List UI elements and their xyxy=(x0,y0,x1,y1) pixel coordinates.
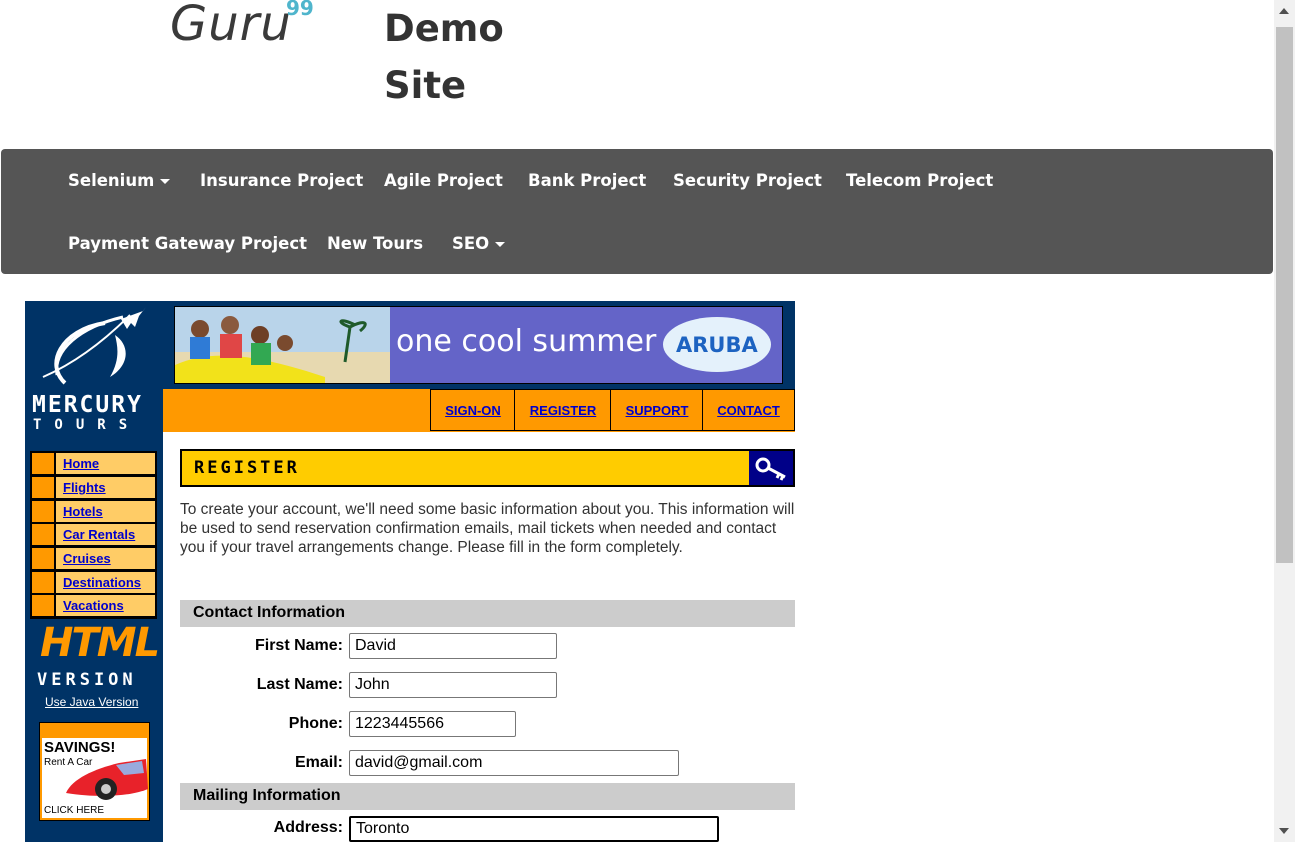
top-link-cell: REGISTER xyxy=(514,389,611,431)
first-name-input[interactable] xyxy=(349,633,557,659)
ad-title: SAVINGS! xyxy=(44,739,116,756)
version-text: VERSION xyxy=(37,670,137,690)
html-version-badge: HTML xyxy=(40,620,160,666)
top-link-cell: CONTACT xyxy=(702,389,795,431)
contact-information-section: Contact Information xyxy=(180,600,795,627)
site-title-line1: Demo xyxy=(384,7,504,50)
tours-brand: TOURS xyxy=(33,417,141,433)
register-link[interactable]: REGISTER xyxy=(515,390,611,432)
side-nav: Home Flights Hotels Car Rentals Cruises … xyxy=(30,451,157,619)
sign-on-link[interactable]: SIGN-ON xyxy=(431,390,515,432)
side-nav-car-rentals[interactable]: Car Rentals xyxy=(63,527,135,542)
contact-link[interactable]: CONTACT xyxy=(703,390,794,432)
banner-photo xyxy=(175,307,390,383)
address-label: Address: xyxy=(273,819,343,836)
scrollbar-thumb[interactable] xyxy=(1276,27,1293,563)
top-link-cell: SIGN-ON xyxy=(430,389,515,431)
mailing-information-section: Mailing Information xyxy=(180,783,795,810)
key-icon xyxy=(755,457,786,481)
support-link[interactable]: SUPPORT xyxy=(611,390,703,432)
phone-input[interactable] xyxy=(349,711,516,737)
caret-down-icon xyxy=(160,179,171,184)
nav-label: SEO xyxy=(452,234,490,253)
aruba-logo-text: ARUBA xyxy=(676,333,758,357)
main-navbar xyxy=(1,149,1273,274)
site-title-line2: Site xyxy=(384,64,467,107)
side-nav-row: Destinations xyxy=(32,572,155,593)
car-icon xyxy=(66,759,148,800)
nav-agile-project[interactable]: Agile Project xyxy=(384,171,503,190)
side-nav-row: Hotels xyxy=(32,501,155,522)
logo-superscript: 99 xyxy=(286,0,314,20)
side-nav-cruises[interactable]: Cruises xyxy=(63,551,111,566)
caret-down-icon xyxy=(495,242,506,247)
side-nav-destinations[interactable]: Destinations xyxy=(63,575,141,590)
key-icon-box xyxy=(749,451,793,485)
logo-text: Guru xyxy=(170,0,292,52)
section-title: Contact Information xyxy=(193,604,345,621)
last-name-input[interactable] xyxy=(349,672,557,698)
nav-seo-dropdown[interactable]: SEO xyxy=(452,234,506,253)
side-nav-row: Flights xyxy=(32,477,155,498)
side-nav-home[interactable]: Home xyxy=(63,456,99,471)
side-nav-row: Cruises xyxy=(32,548,155,569)
nav-label: Selenium xyxy=(68,171,155,190)
site-title: Demo Site xyxy=(384,0,544,114)
side-nav-row: Home xyxy=(32,453,155,474)
nav-security-project[interactable]: Security Project xyxy=(673,171,822,190)
plane-logo-icon xyxy=(42,307,146,385)
scroll-up-arrow-icon[interactable] xyxy=(1279,8,1289,14)
side-nav-vacations[interactable]: Vacations xyxy=(63,598,124,613)
top-link-cell: SUPPORT xyxy=(610,389,703,431)
section-title: Mailing Information xyxy=(193,787,341,804)
side-nav-flights[interactable]: Flights xyxy=(63,480,106,495)
phone-label: Phone: xyxy=(288,715,343,732)
nav-insurance-project[interactable]: Insurance Project xyxy=(200,171,363,190)
nav-bank-project[interactable]: Bank Project xyxy=(528,171,646,190)
nav-new-tours[interactable]: New Tours xyxy=(327,234,423,253)
side-nav-row: Vacations xyxy=(32,595,155,616)
ad-click-here: CLICK HERE xyxy=(44,805,105,816)
use-java-version-link[interactable]: Use Java Version xyxy=(45,695,138,709)
nav-payment-gateway-project[interactable]: Payment Gateway Project xyxy=(68,234,307,253)
side-nav-hotels[interactable]: Hotels xyxy=(63,504,103,519)
side-nav-row: Car Rentals xyxy=(32,524,155,545)
scroll-down-arrow-icon[interactable] xyxy=(1279,828,1289,834)
first-name-label: First Name: xyxy=(254,637,343,654)
banner-text: one cool summer xyxy=(396,324,657,359)
register-intro-text: To create your account, we'll need some … xyxy=(180,501,795,556)
email-label: Email: xyxy=(294,754,343,771)
mercury-brand: MERCURY xyxy=(32,392,143,418)
nav-telecom-project[interactable]: Telecom Project xyxy=(846,171,993,190)
nav-selenium-dropdown[interactable]: Selenium xyxy=(68,171,171,190)
register-title: REGISTER xyxy=(194,458,300,478)
address-input[interactable] xyxy=(349,816,719,842)
email-input[interactable] xyxy=(349,750,679,776)
last-name-label: Last Name: xyxy=(256,676,343,693)
